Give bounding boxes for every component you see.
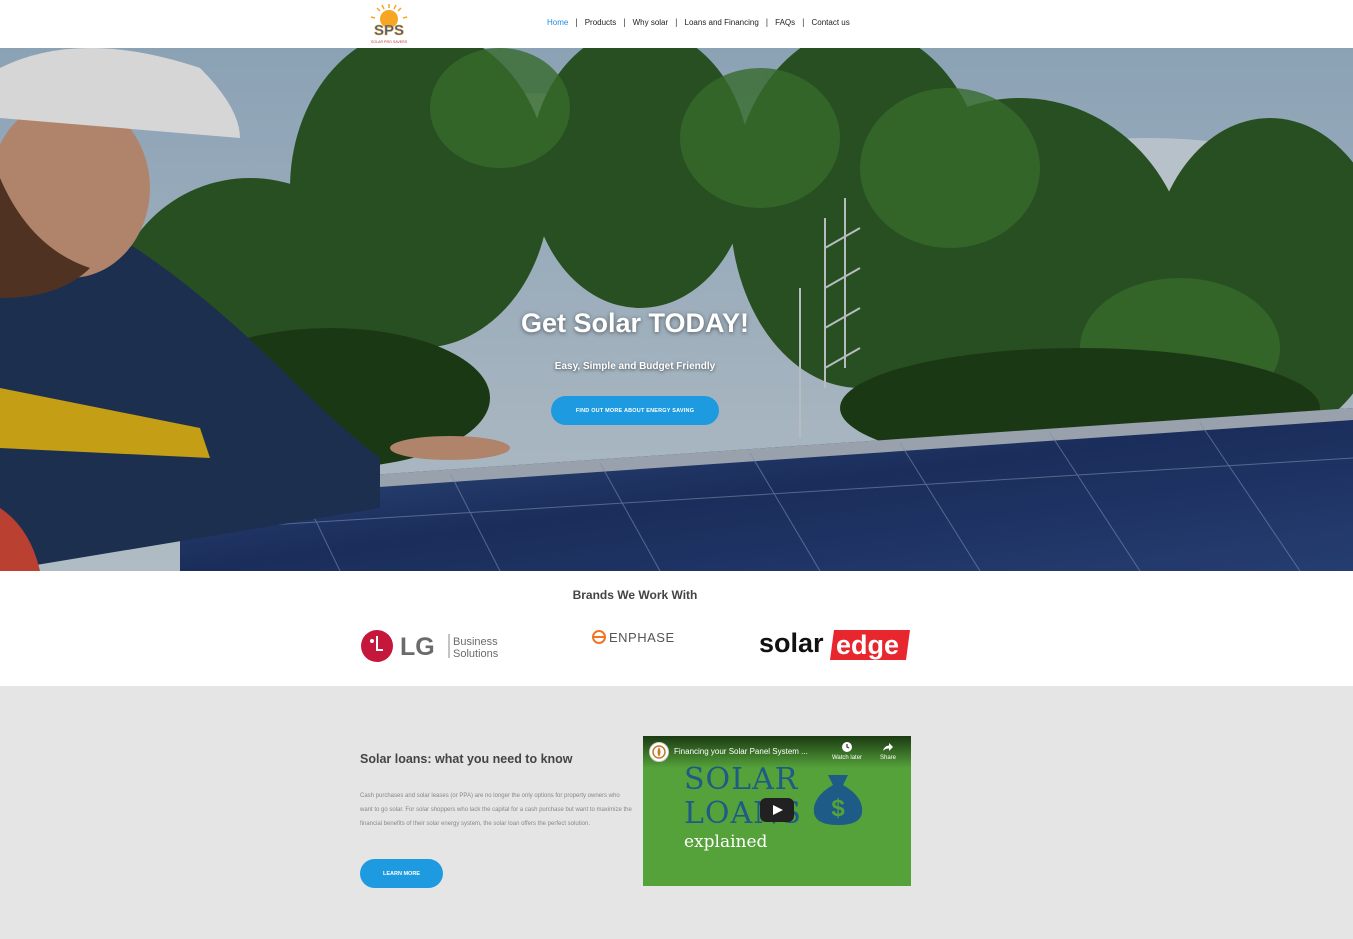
lg-wordmark: LG	[400, 633, 435, 661]
brands-title: Brands We Work With	[572, 588, 698, 602]
play-button[interactable]	[760, 798, 794, 822]
share-button[interactable]: Share	[875, 741, 901, 761]
nav-faqs[interactable]: FAQs	[768, 18, 802, 27]
nav-home[interactable]: Home	[540, 18, 575, 27]
hero-banner: Get Solar TODAY! Easy, Simple and Budget…	[0, 48, 1353, 571]
energy-saving-button[interactable]: FIND OUT MORE ABOUT ENERGY SAVING	[551, 396, 719, 425]
solaredge-solar: solar	[759, 628, 824, 658]
loans-section: Solar loans: what you need to know Cash …	[0, 686, 1353, 939]
nav-why-solar[interactable]: Why solar	[626, 18, 676, 27]
share-label: Share	[879, 755, 896, 761]
lg-logo: LG Business Solutions	[360, 628, 510, 669]
enphase-logo: ENPHASE	[592, 628, 682, 653]
enphase-wordmark: ENPHASE	[609, 630, 675, 645]
main-nav: Home | Products | Why solar | Loans and …	[540, 17, 857, 27]
money-bag-icon: $	[808, 769, 868, 834]
nav-products[interactable]: Products	[578, 18, 624, 27]
lg-solutions: Solutions	[453, 648, 499, 660]
svg-text:$: $	[831, 795, 845, 822]
brands-section: Brands We Work With LG Business Solution…	[0, 571, 1353, 686]
loans-body: Cash purchases and solar leases (or PPA)…	[360, 793, 632, 827]
logo-text: SPS	[374, 22, 404, 39]
learn-more-button[interactable]: LEARN MORE	[360, 859, 443, 888]
nav-loans-financing[interactable]: Loans and Financing	[678, 18, 766, 27]
lg-business: Business	[453, 636, 498, 648]
nav-contact[interactable]: Contact us	[805, 18, 857, 27]
share-arrow-icon	[883, 743, 893, 751]
video-title[interactable]: Financing your Solar Panel System ...	[674, 747, 808, 756]
solaredge-logo: solar edge	[758, 626, 913, 669]
clock-icon	[842, 742, 852, 752]
video-thumb-line3: explained	[684, 832, 768, 852]
site-header: SPS SOLAR PRO SAVERS Home | Products | W…	[0, 0, 1353, 48]
channel-avatar[interactable]	[649, 742, 669, 762]
logo-tagline: SOLAR PRO SAVERS	[371, 40, 408, 44]
site-logo[interactable]: SPS SOLAR PRO SAVERS	[362, 3, 416, 46]
hero-subtitle: Easy, Simple and Budget Friendly	[554, 361, 716, 372]
watch-later-label: Watch later	[831, 755, 863, 761]
play-icon	[773, 805, 783, 815]
video-embed[interactable]: SOLAR LOANS explained $ Financing your S…	[643, 736, 911, 886]
solaredge-edge: edge	[836, 630, 899, 660]
hero-title: Get Solar TODAY!	[520, 308, 750, 338]
watch-later-button[interactable]: Watch later	[829, 741, 865, 761]
loans-title: Solar loans: what you need to know	[360, 752, 573, 766]
